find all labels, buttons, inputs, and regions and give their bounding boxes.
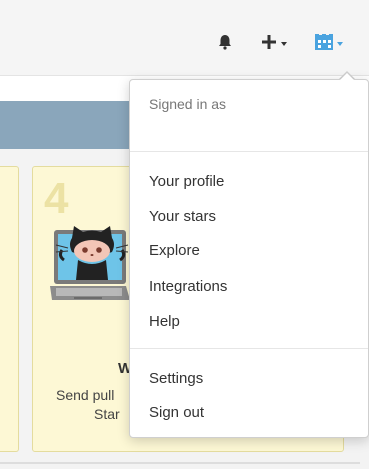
chevron-down-icon: [281, 41, 287, 46]
create-new-button[interactable]: [260, 28, 287, 56]
menu-item-your-stars[interactable]: Your stars: [149, 208, 216, 225]
signed-in-label: Signed in as: [149, 96, 227, 112]
site-header: [0, 0, 369, 76]
plus-icon: [262, 35, 276, 49]
avatar-identicon: [315, 34, 333, 50]
menu-item-explore[interactable]: Explore: [149, 242, 200, 259]
menu-item-help[interactable]: Help: [149, 313, 180, 330]
dropdown-pointer-fill: [340, 73, 354, 80]
menu-divider: [130, 348, 368, 349]
chevron-down-icon: [337, 41, 343, 46]
user-dropdown-menu: Signed in as Your profile Your stars Exp…: [129, 79, 369, 438]
menu-item-integrations[interactable]: Integrations: [149, 278, 227, 295]
step-card-previous: [0, 166, 19, 452]
menu-item-settings[interactable]: Settings: [149, 370, 203, 387]
user-menu-button[interactable]: [314, 28, 343, 56]
menu-item-sign-out[interactable]: Sign out: [149, 404, 204, 421]
menu-divider: [130, 151, 368, 152]
divider: [0, 462, 360, 464]
notifications-button[interactable]: [216, 28, 234, 56]
menu-item-your-profile[interactable]: Your profile: [149, 173, 224, 190]
bell-icon: [219, 35, 231, 50]
